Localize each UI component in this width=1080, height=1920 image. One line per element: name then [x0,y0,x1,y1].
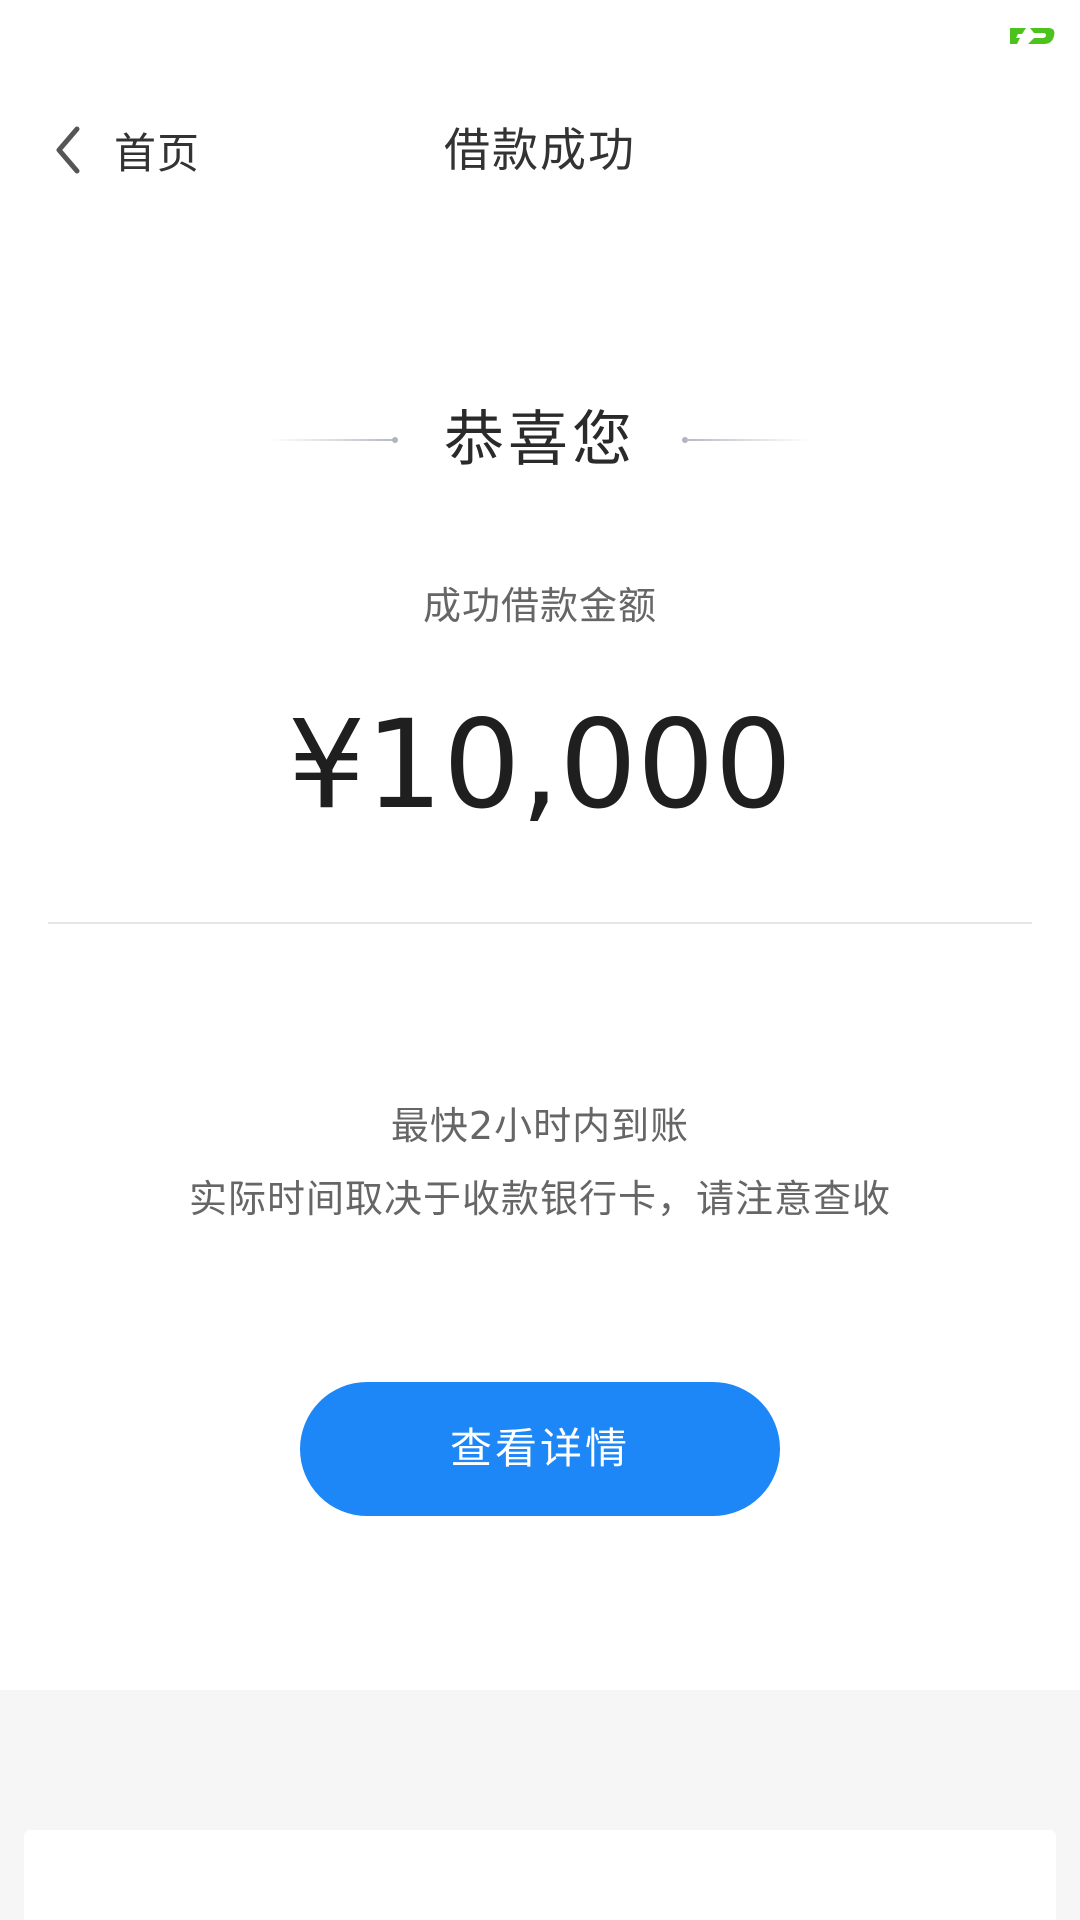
loan-success-page: 借款成功 首页 恭喜您 成功借款金额 ¥10,000 最快2小时内到账 实际时间… [0,0,1080,1920]
congrats-row: 恭喜您 [0,400,1080,480]
status-bar [0,0,1080,70]
congrats-heading: 恭喜您 [444,405,636,475]
back-label: 首页 [114,128,201,178]
loan-amount-label: 成功借款金额 [422,584,657,628]
chevron-left-icon [48,122,88,178]
app-logo-icon [1010,28,1055,44]
bottom-section [0,1690,1080,1920]
arrival-time-disclaimer: 实际时间取决于收款银行卡，请注意查收 [188,1177,891,1221]
divider [48,922,1032,924]
bottom-card [24,1830,1056,1920]
back-button[interactable]: 首页 [48,112,200,188]
nav-bar: 借款成功 首页 [0,90,1080,210]
decorative-line-right [682,437,810,443]
loan-amount-value: ¥10,000 [287,694,793,836]
arrival-time-note: 最快2小时内到账 [390,1104,690,1148]
view-details-button[interactable]: 查看详情 [300,1382,780,1516]
